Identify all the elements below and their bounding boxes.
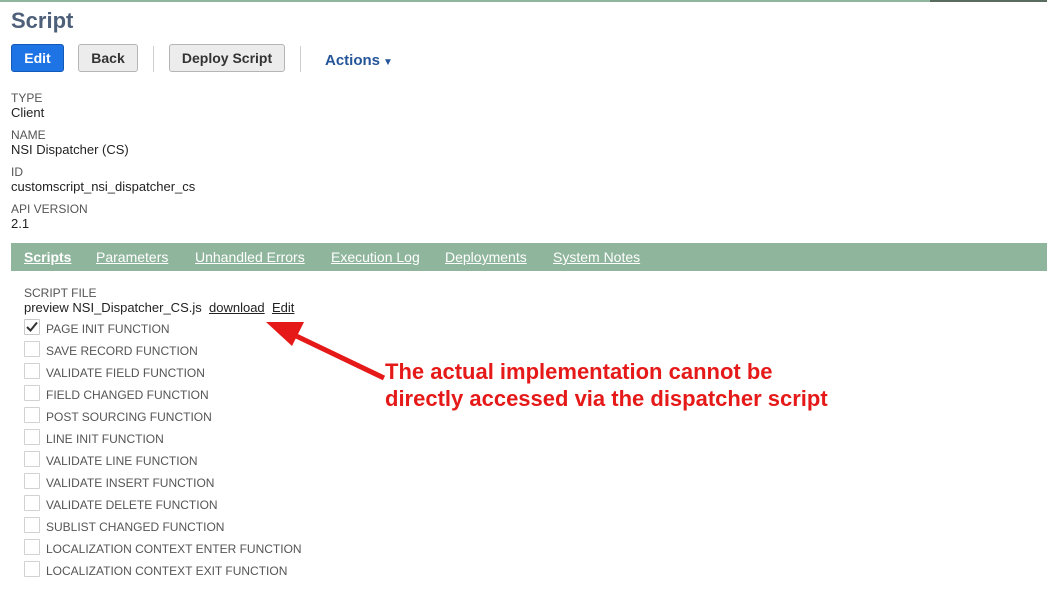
annotation-line-1: The actual implementation cannot be — [385, 359, 773, 384]
annotation-line-2: directly accessed via the dispatcher scr… — [385, 386, 828, 411]
annotation-arrow-icon — [266, 322, 386, 381]
annotation-text: The actual implementation cannot be dire… — [385, 358, 885, 412]
